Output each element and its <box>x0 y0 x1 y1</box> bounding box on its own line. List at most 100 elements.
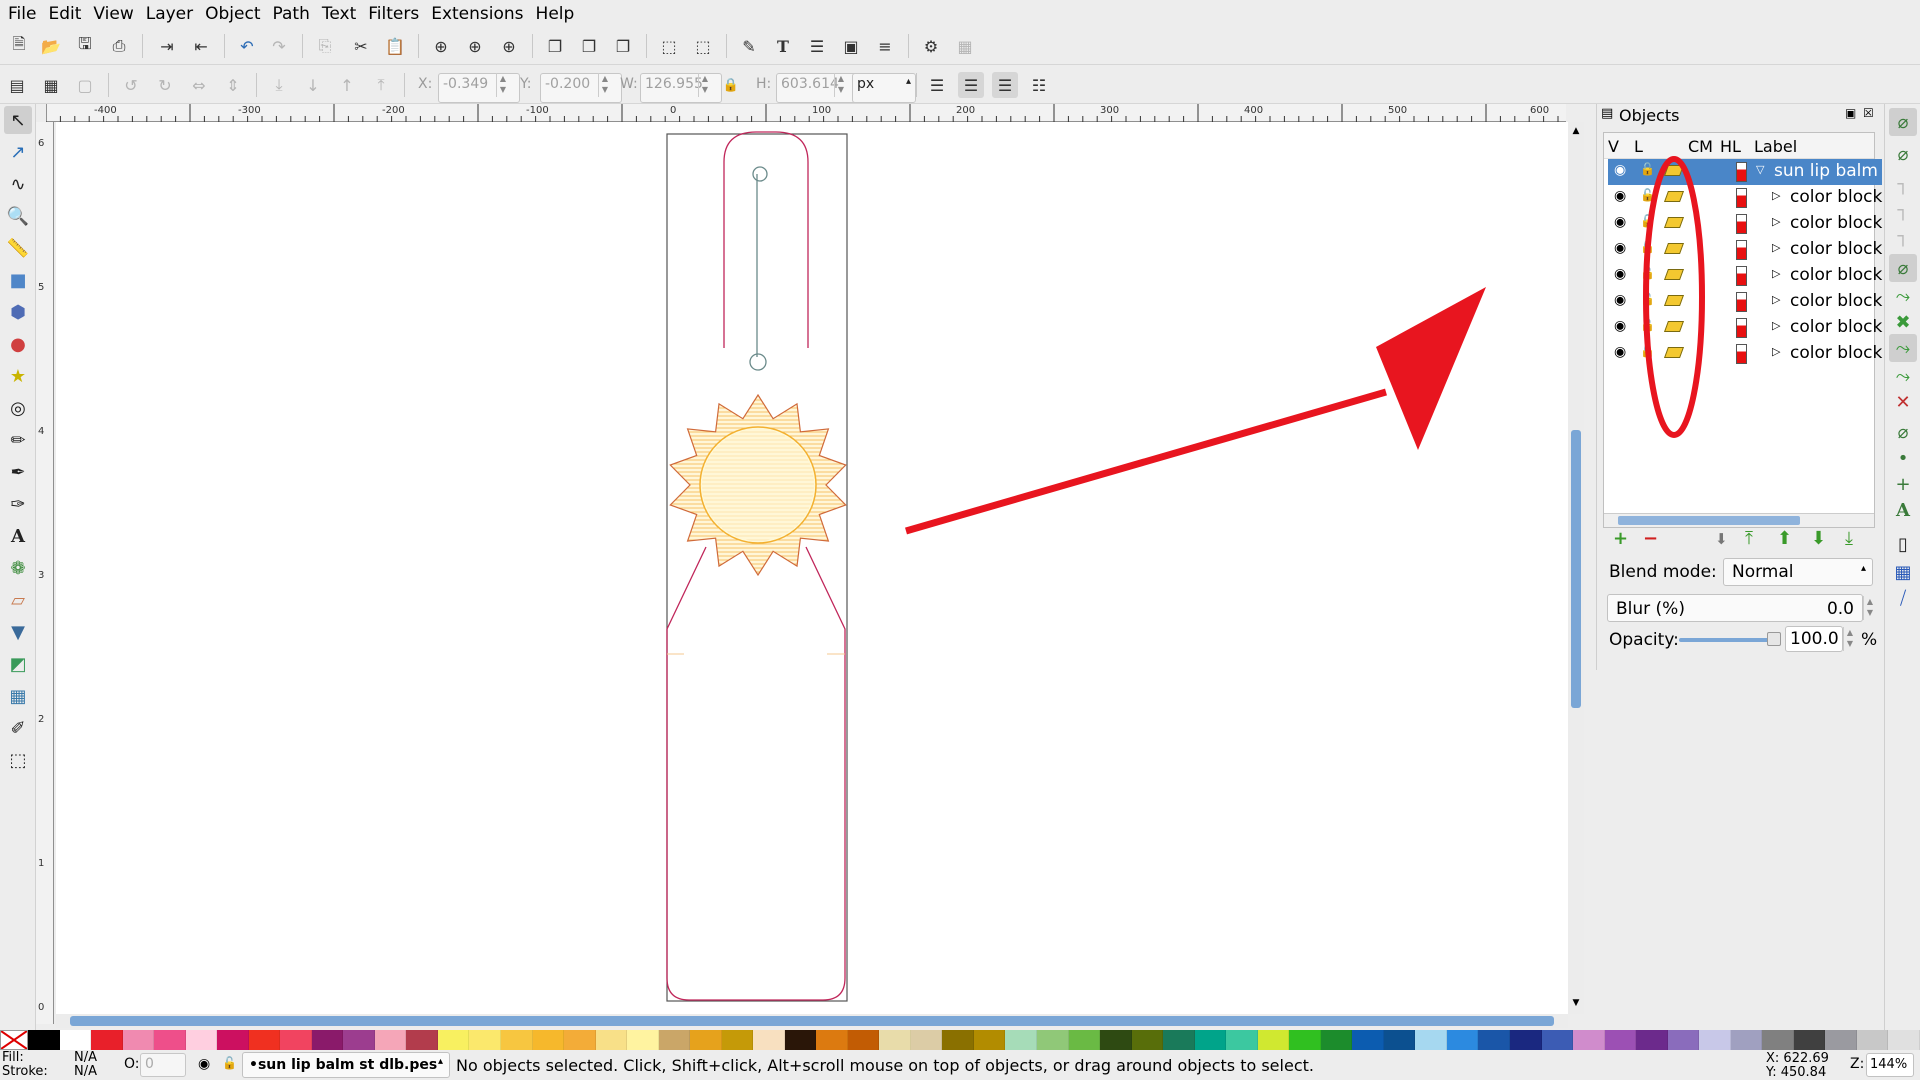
palette-swatch[interactable] <box>1509 1030 1542 1050</box>
object-label[interactable]: color block <box>1790 343 1882 363</box>
snap-page-border-icon[interactable]: ▯ <box>1889 530 1917 558</box>
unit-select[interactable]: px ▴ <box>852 73 916 103</box>
palette-swatch[interactable] <box>595 1030 628 1050</box>
palette-swatch[interactable] <box>1415 1030 1447 1050</box>
highlight-color-swatch[interactable] <box>1736 214 1747 234</box>
eye-icon[interactable]: ◉ <box>1614 214 1626 230</box>
menu-help[interactable]: Help <box>528 4 575 24</box>
menu-text[interactable]: Text <box>314 4 356 24</box>
palette-swatch[interactable] <box>1100 1030 1132 1050</box>
scale-corners-icon[interactable]: ☰ <box>958 72 984 98</box>
rectangle-tool-icon[interactable]: ■ <box>4 266 32 294</box>
menu-edit[interactable]: Edit <box>40 4 81 24</box>
palette-swatch[interactable] <box>1667 1030 1700 1050</box>
lock-icon[interactable]: 🔓 <box>1640 162 1655 176</box>
highlight-color-swatch[interactable] <box>1736 318 1747 338</box>
snap-bbox-corner-icon[interactable]: ┐ <box>1889 196 1917 224</box>
lock-icon[interactable]: 🔓 <box>1640 292 1655 306</box>
deselect-icon[interactable]: ▢ <box>72 72 98 98</box>
lock-icon[interactable]: 🔓 <box>1640 318 1655 332</box>
no-paint-swatch[interactable] <box>0 1030 28 1050</box>
eye-icon[interactable]: ◉ <box>1614 188 1626 204</box>
menu-object[interactable]: Object <box>197 4 260 24</box>
scroll-down-icon[interactable]: ▼ <box>1571 998 1581 1008</box>
text-tool-icon[interactable]: A <box>4 522 32 550</box>
highlight-color-swatch[interactable] <box>1736 266 1747 286</box>
palette-swatch[interactable] <box>1604 1030 1637 1050</box>
eraser-tool-icon[interactable]: ▱ <box>4 586 32 614</box>
y-spinner[interactable]: ▲ ▼ <box>598 73 611 97</box>
highlight-color-swatch[interactable] <box>1736 344 1747 364</box>
palette-swatch[interactable] <box>1163 1030 1195 1050</box>
palette-swatch[interactable] <box>1573 1030 1605 1050</box>
palette-swatch[interactable] <box>59 1030 92 1050</box>
highlight-color-swatch[interactable] <box>1736 292 1747 312</box>
palette-swatch[interactable] <box>1888 1030 1920 1050</box>
xml-editor-icon[interactable]: ▣ <box>838 33 864 59</box>
vertical-scroll-thumb[interactable] <box>1571 430 1581 708</box>
rotate-cw-icon[interactable]: ↻ <box>152 72 178 98</box>
expanded-triangle-icon[interactable]: ▽ <box>1756 163 1764 176</box>
h-spinner[interactable]: ▲ ▼ <box>834 73 847 97</box>
snap-guides-icon[interactable]: ⧸ <box>1889 584 1917 612</box>
eye-icon[interactable]: ◉ <box>1614 344 1626 360</box>
palette-swatch[interactable] <box>248 1030 281 1050</box>
ellipse-tool-icon[interactable]: ● <box>4 330 32 358</box>
palette-swatch[interactable] <box>280 1030 312 1050</box>
export-icon[interactable]: ⇤ <box>188 33 214 59</box>
group-icon[interactable]: ⬚ <box>656 33 682 59</box>
snap-line-midpoints-icon[interactable]: ✕ <box>1889 388 1917 416</box>
new-document-icon[interactable]: 🗎 <box>6 33 32 59</box>
unlink-clone-icon[interactable]: ❐ <box>610 33 636 59</box>
snap-text-baseline-icon[interactable]: A <box>1889 496 1917 524</box>
spiral-tool-icon[interactable]: ◎ <box>4 394 32 422</box>
palette-swatch[interactable] <box>627 1030 659 1050</box>
palette-swatch[interactable] <box>1636 1030 1668 1050</box>
palette-swatch[interactable] <box>910 1030 943 1050</box>
snap-centers-icon[interactable]: • <box>1889 444 1917 472</box>
zoom-drawing-icon[interactable]: ⊕ <box>462 33 488 59</box>
palette-swatch[interactable] <box>406 1030 438 1050</box>
highlight-color-swatch[interactable] <box>1736 188 1747 208</box>
object-row[interactable]: ◉ 🔓 ▷ color block <box>1608 211 1882 237</box>
eye-icon[interactable]: ◉ <box>1614 162 1626 178</box>
raise-to-top-icon[interactable]: ⤒ <box>1745 528 1753 549</box>
collapsed-triangle-icon[interactable]: ▷ <box>1772 267 1780 280</box>
palette-swatch[interactable] <box>1257 1030 1290 1050</box>
palette-swatch[interactable] <box>91 1030 123 1050</box>
flip-horizontal-icon[interactable]: ⇔ <box>186 72 212 98</box>
menu-view[interactable]: View <box>85 4 133 24</box>
palette-swatch[interactable] <box>343 1030 375 1050</box>
align-distribute-icon[interactable]: ≡ <box>872 33 898 59</box>
layer-visibility-icon[interactable]: ◉ <box>198 1056 210 1072</box>
transform-gradients-icon[interactable]: ☰ <box>992 72 1018 98</box>
blur-slider[interactable]: Blur (%) 0.0 <box>1607 594 1863 622</box>
snap-rotation-center-icon[interactable]: + <box>1889 470 1917 498</box>
object-label[interactable]: color block <box>1790 187 1882 207</box>
palette-swatch[interactable] <box>564 1030 596 1050</box>
vertical-scrollbar[interactable]: ▲ ▼ <box>1568 122 1584 1014</box>
collapsed-triangle-icon[interactable]: ▷ <box>1772 293 1780 306</box>
transform-patterns-icon[interactable]: ☷ <box>1026 72 1052 98</box>
dock-detach-icon[interactable]: ▣ <box>1845 106 1856 120</box>
palette-swatch[interactable] <box>1478 1030 1510 1050</box>
object-row[interactable]: ◉ 🔓 ▷ color block <box>1608 263 1882 289</box>
flip-vertical-icon[interactable]: ⇕ <box>220 72 246 98</box>
selector-tool-icon[interactable]: ↖ <box>4 106 32 134</box>
highlight-color-swatch[interactable] <box>1736 162 1747 182</box>
x-spinner[interactable]: ▲ ▼ <box>496 73 509 97</box>
list-scroll-thumb[interactable] <box>1618 516 1800 525</box>
palette-swatch[interactable] <box>1194 1030 1227 1050</box>
rotate-ccw-icon[interactable]: ↺ <box>118 72 144 98</box>
palette-swatch[interactable] <box>122 1030 155 1050</box>
palette-swatch[interactable] <box>942 1030 974 1050</box>
object-label[interactable]: color block <box>1790 239 1882 259</box>
snap-path-intersection-icon[interactable]: ✖ <box>1889 308 1917 336</box>
duplicate-icon[interactable]: ❐ <box>542 33 568 59</box>
save-icon[interactable]: 🖫 <box>72 33 98 59</box>
layer-lock-icon[interactable]: 🔓 <box>222 1056 237 1070</box>
palette-swatch[interactable] <box>437 1030 470 1050</box>
connector-tool-icon[interactable]: ⬚ <box>4 746 32 774</box>
collapsed-triangle-icon[interactable]: ▷ <box>1772 241 1780 254</box>
palette-swatch[interactable] <box>1446 1030 1479 1050</box>
